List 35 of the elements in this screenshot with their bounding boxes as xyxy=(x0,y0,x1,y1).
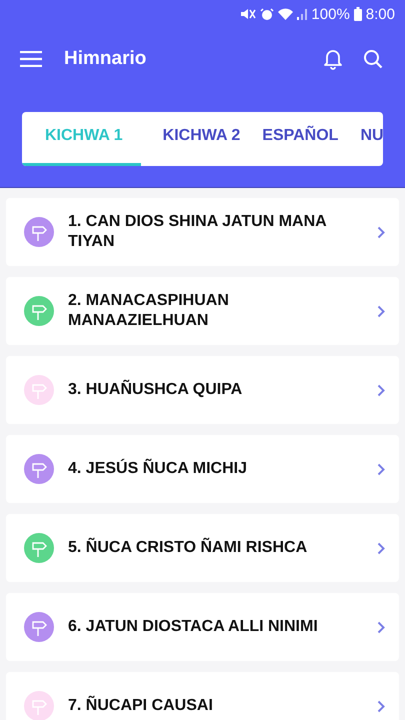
hymn-title: 2. MANACASPIHUAN MANAAZIELHUAN xyxy=(68,291,230,331)
hymn-title: 1. CAN DIOS SHINA JATUN MANA TIYAN xyxy=(68,212,328,252)
language-tab[interactable]: KICHWA 2 xyxy=(162,112,240,166)
chevron-icon xyxy=(377,384,385,396)
hymn-item[interactable]: 3. HUAÑUSHCA QUIPA xyxy=(6,356,399,424)
chevron-icon xyxy=(377,542,385,554)
hymn-item[interactable]: 1. CAN DIOS SHINA JATUN MANA TIYAN xyxy=(6,198,399,266)
language-tab[interactable]: NU xyxy=(360,112,383,166)
wifi-icon xyxy=(278,8,294,20)
hymn-title: 3. HUAÑUSHCA QUIPA xyxy=(68,380,244,400)
hymn-title: 5. ÑUCA CRISTO ÑAMI RISHCA xyxy=(68,538,308,558)
battery-icon xyxy=(354,7,362,21)
clock-time: 8:00 xyxy=(366,6,395,22)
menu-icon[interactable] xyxy=(20,51,42,67)
mute-icon xyxy=(240,7,256,21)
hymn-title: 7. ÑUCAPI CAUSAI xyxy=(68,696,214,716)
bell-icon[interactable] xyxy=(323,48,343,70)
hymn-title: 6. JATUN DIOSTACA ALLI NINIMI xyxy=(68,617,319,637)
hymn-title: 4. JESÚS ÑUCA MICHIJ xyxy=(68,459,248,479)
chevron-icon xyxy=(377,620,385,634)
battery-percent: 100% xyxy=(311,6,350,22)
language-tab[interactable]: ESPAÑOL xyxy=(262,112,338,166)
chevron-icon xyxy=(377,462,385,476)
chevron-icon xyxy=(377,226,385,238)
hymn-item[interactable]: 7. ÑUCAPI CAUSAI xyxy=(6,672,399,720)
alarm-icon xyxy=(260,7,274,21)
chevron-icon xyxy=(377,304,385,318)
hymn-item[interactable]: 2. MANACASPIHUAN MANAAZIELHUAN xyxy=(6,277,399,345)
hymn-item[interactable]: 5. ÑUCA CRISTO ÑAMI RISHCA xyxy=(6,514,399,582)
app-title: Himnario xyxy=(64,48,148,70)
signal-icon xyxy=(297,8,308,20)
search-icon[interactable] xyxy=(363,49,383,69)
hymn-item[interactable]: 4. JESÚS ÑUCA MICHIJ xyxy=(6,435,399,503)
chevron-icon xyxy=(377,700,385,712)
hymn-item[interactable]: 6. JATUN DIOSTACA ALLI NINIMI xyxy=(6,593,399,661)
